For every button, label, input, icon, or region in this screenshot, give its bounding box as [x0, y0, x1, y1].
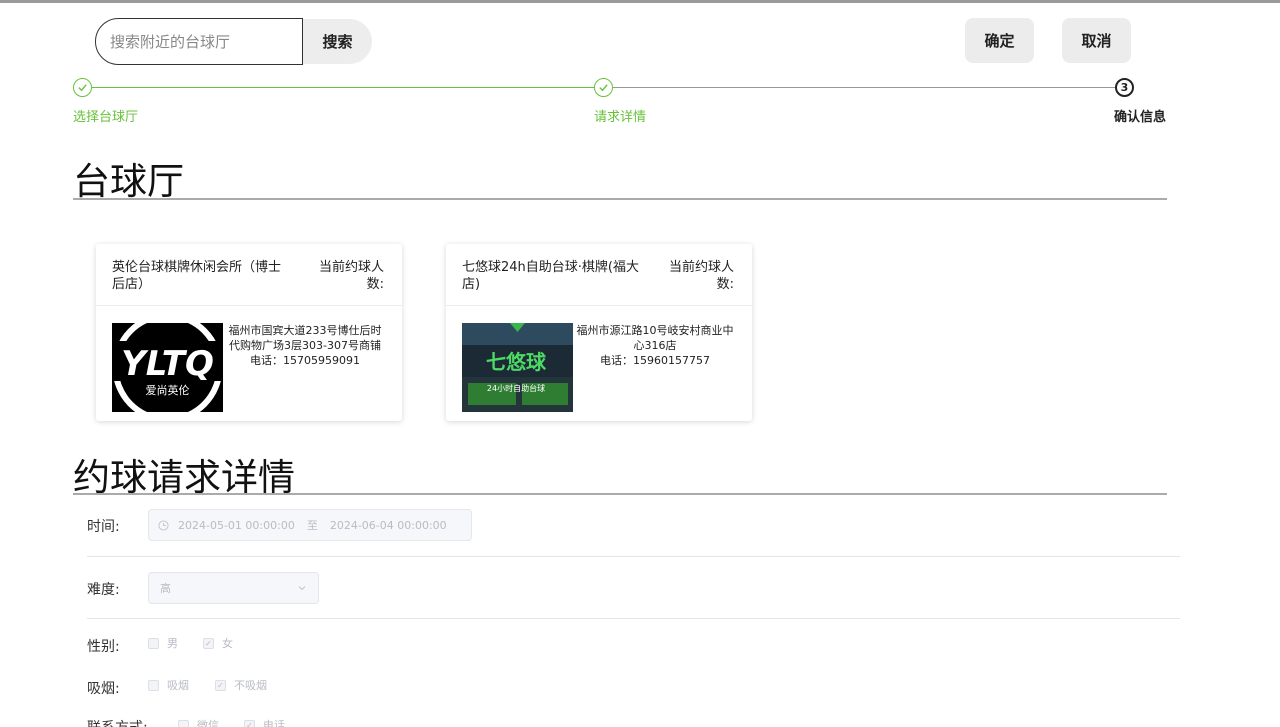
checkmark-icon: ✓ — [244, 719, 255, 727]
search-button[interactable]: 搜索 — [303, 19, 372, 64]
hall-card-header: 七悠球24h自助台球·棋牌(福大店) 当前约球人数: — [446, 244, 752, 306]
time-range-picker[interactable]: 2024-05-01 00:00:00 至 2024-06-04 00:00:0… — [148, 509, 472, 541]
step-connector-done — [91, 87, 594, 88]
hall-phone: 电话：15705959091 — [250, 354, 360, 367]
hall-player-count-label: 当前约球人数: — [668, 260, 734, 292]
form-divider — [87, 618, 1180, 619]
checkbox-box — [148, 637, 159, 649]
hall-card[interactable]: 七悠球24h自助台球·棋牌(福大店) 当前约球人数: 七悠球 24小时自助台球 … — [446, 244, 752, 421]
time-range-separator: 至 — [306, 519, 318, 532]
checkmark-icon: ✓ — [203, 637, 214, 649]
checkbox-label: 男 — [167, 637, 178, 650]
hall-address: 福州市国宾大道233号博仕后时代购物广场3层303-307号商铺 — [228, 324, 382, 352]
checkbox-label: 女 — [222, 637, 233, 650]
chevron-down-icon — [298, 586, 306, 591]
hall-info: 福州市源江路10号岐安村商业中心316店 电话：15960157757 — [574, 323, 736, 368]
checkbox-label: 微信 — [197, 719, 219, 727]
search-bar: 搜索 — [95, 18, 372, 65]
step-1-label: 选择台球厅 — [73, 110, 139, 125]
hall-info: 福州市国宾大道233号博仕后时代购物广场3层303-307号商铺 电话：1570… — [224, 323, 386, 368]
checkbox-label: 不吸烟 — [234, 679, 267, 692]
gender-label: 性别: — [87, 639, 120, 655]
contact-phone-checkbox[interactable]: ✓ 电话 — [244, 717, 285, 727]
confirm-button[interactable]: 确定 — [965, 18, 1034, 63]
time-label: 时间: — [87, 519, 120, 535]
contact-wechat-checkbox[interactable]: 微信 — [178, 717, 219, 727]
checkbox-label: 吸烟 — [167, 679, 189, 692]
form-divider — [87, 556, 1180, 557]
checkbox-box — [178, 719, 189, 727]
contact-label: 联系方式: — [87, 717, 148, 727]
hall-card-header: 英伦台球棋牌休闲会所（博士后店） 当前约球人数: — [96, 244, 402, 306]
hall-logo-text: YLTQ — [121, 344, 214, 384]
step-progress: 3 选择台球厅 请求详情 确认信息 — [0, 78, 1280, 128]
smoking-label: 吸烟: — [87, 681, 120, 697]
hall-logo-subtext: 爱尚英伦 — [146, 383, 190, 397]
hall-phone: 电话：15960157757 — [600, 354, 710, 367]
step-connector-pending — [613, 87, 1115, 88]
checkbox-label: 电话 — [263, 719, 285, 727]
checkmark-icon: ✓ — [215, 679, 226, 691]
smoking-no-checkbox[interactable]: ✓ 不吸烟 — [215, 677, 267, 693]
cancel-button[interactable]: 取消 — [1062, 18, 1131, 63]
difficulty-label: 难度: — [87, 582, 120, 598]
step-1-check-icon — [73, 78, 92, 97]
hall-name: 英伦台球棋牌休闲会所（博士后店） — [112, 260, 282, 292]
hall-player-count-label: 当前约球人数: — [318, 260, 384, 292]
time-end-value[interactable]: 2024-06-04 00:00:00 — [330, 519, 447, 532]
hall-logo-subtext: 24小时自助台球 — [487, 383, 545, 393]
halls-section-divider — [73, 198, 1167, 200]
difficulty-select[interactable]: 高 — [148, 572, 319, 604]
gender-female-checkbox[interactable]: ✓ 女 — [203, 635, 233, 651]
step-3-label: 确认信息 — [1114, 110, 1167, 125]
request-section-divider — [73, 493, 1167, 495]
halls-section-title: 台球厅 — [73, 160, 184, 203]
time-start-value[interactable]: 2024-05-01 00:00:00 — [178, 519, 295, 532]
search-input[interactable] — [95, 18, 303, 65]
hall-logo-image: YLTQ 爱尚英伦 — [112, 323, 223, 412]
hall-card[interactable]: 英伦台球棋牌休闲会所（博士后店） 当前约球人数: YLTQ 爱尚英伦 福州市国宾… — [96, 244, 402, 421]
step-3-number: 3 — [1115, 78, 1134, 97]
hall-address: 福州市源江路10号岐安村商业中心316店 — [576, 324, 734, 352]
gender-male-checkbox[interactable]: 男 — [148, 635, 178, 651]
checkbox-box — [148, 679, 159, 691]
smoking-yes-checkbox[interactable]: 吸烟 — [148, 677, 189, 693]
step-2-check-icon — [594, 78, 613, 97]
hall-logo-text: 七悠球 — [486, 350, 547, 374]
hall-name: 七悠球24h自助台球·棋牌(福大店) — [462, 260, 639, 292]
hall-storefront-image: 七悠球 24小时自助台球 — [462, 323, 573, 412]
difficulty-value: 高 — [160, 582, 171, 595]
step-2-label: 请求详情 — [594, 110, 647, 125]
clock-icon — [158, 519, 169, 531]
